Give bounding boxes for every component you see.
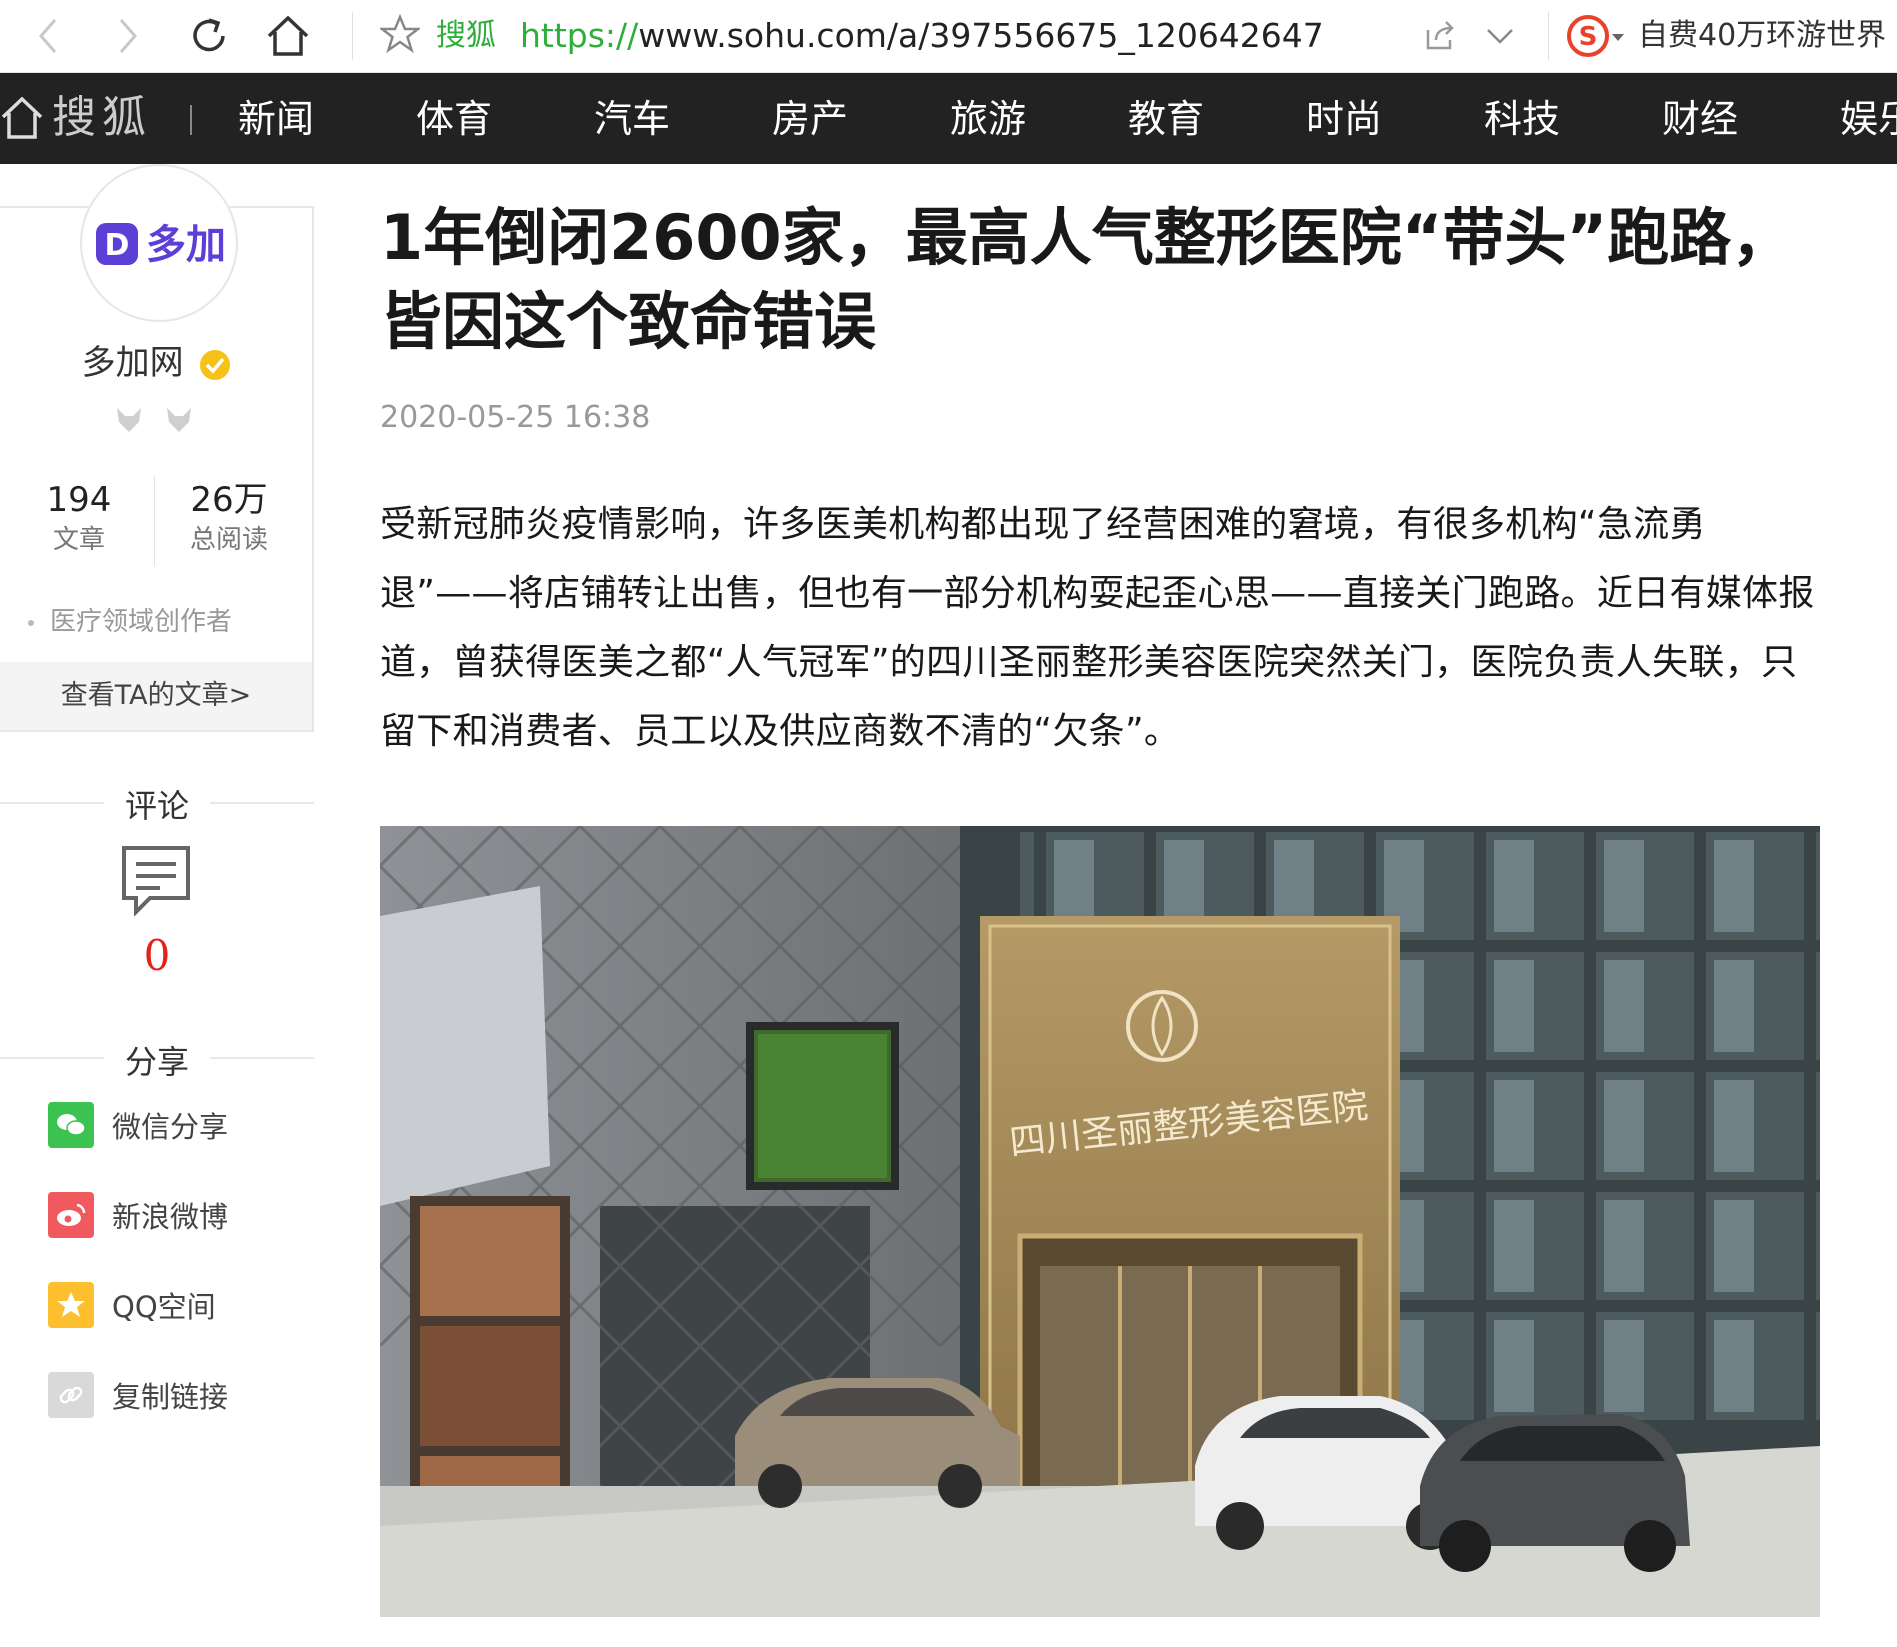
hospital-facade-image: 四川圣丽整形美容医院 [380,826,1820,1617]
chevron-down-icon[interactable] [1482,18,1518,54]
sohu-logo[interactable]: 搜狐 [52,91,152,145]
share-weibo-label: 新浪微博 [112,1200,229,1234]
home-button[interactable] [262,10,314,62]
forward-button[interactable] [102,10,154,62]
author-name: 多加网 [81,343,184,383]
reads-count: 26万 [190,480,268,520]
qzone-icon [48,1282,94,1328]
copy-link-button[interactable]: 复制链接 [48,1372,228,1418]
link-icon [48,1372,94,1418]
site-nav-bar: 搜狐 新闻 体育 汽车 房产 旅游 教育 时尚 科技 财经 娱乐 [0,73,1897,164]
reload-icon [193,18,225,52]
author-level-badges [0,402,314,440]
articles-count: 194 [46,480,112,520]
verified-badge-icon [200,349,231,380]
author-field-label: 医疗领域创作者 [50,607,233,637]
nav-divider [190,105,192,135]
share-qzone-button[interactable]: QQ空间 [48,1282,216,1328]
url-protocol: https:// [520,16,639,55]
bullet-dot [28,619,34,626]
avatar-logo-text: 多加 [146,222,226,268]
article-title: 1年倒闭2600家，最高人气整形医院“带头”跑路，皆因这个致命错误 [380,201,1794,358]
author-field: 医疗领域创作者 [28,604,232,640]
fox-badge-icon [117,408,191,432]
comment-icon[interactable] [120,844,192,916]
duojia-logo-icon: D 多加 [96,222,226,268]
address-bar-url[interactable]: https://www.sohu.com/a/397556675_1206426… [520,14,1324,58]
sogou-search-icon[interactable]: S [1566,14,1628,58]
nav-item-auto[interactable]: 汽车 [594,95,670,143]
author-avatar[interactable]: D 多加 [80,164,238,322]
author-name-row[interactable]: 多加网 [0,340,314,386]
nav-item-fashion[interactable]: 时尚 [1306,95,1382,143]
comment-count[interactable]: 0 [0,930,314,982]
home-icon [267,15,309,56]
articles-label: 文章 [52,525,105,555]
url-path: www.sohu.com/a/397556675_120642647 [638,16,1324,55]
browser-toolbar: 搜狐 https://www.sohu.com/a/397556675_1206… [0,0,1897,73]
forward-arrow-icon [119,19,137,53]
nav-item-entertainment[interactable]: 娱乐 [1840,95,1897,143]
nav-item-finance[interactable]: 财经 [1662,95,1738,143]
nav-item-education[interactable]: 教育 [1128,95,1204,143]
svg-text:S: S [1579,22,1598,52]
share-qzone-label: QQ空间 [112,1290,216,1324]
nav-item-sports[interactable]: 体育 [416,95,492,143]
bookmark-star-icon[interactable] [380,14,420,54]
back-arrow-icon [39,19,57,53]
article-timestamp: 2020-05-25 16:38 [380,400,651,435]
reads-label: 总阅读 [189,525,268,555]
view-author-articles-button[interactable]: 查看TA的文章> [0,662,312,730]
share-page-icon[interactable] [1422,18,1458,54]
back-button[interactable] [22,10,74,62]
nav-item-realestate[interactable]: 房产 [772,95,848,143]
site-name-label: 搜狐 [436,18,496,53]
share-wechat-button[interactable]: 微信分享 [48,1102,228,1148]
reload-button[interactable] [183,10,235,62]
article-lead-paragraph: 受新冠肺炎疫情影响，许多医美机构都出现了经营困难的窘境，有很多机构“急流勇退”—… [380,504,1815,752]
comments-title: 评论 [124,787,189,825]
share-wechat-label: 微信分享 [112,1110,229,1144]
stat-reads: 26万 总阅读 [154,478,304,558]
nav-item-travel[interactable]: 旅游 [950,95,1026,143]
copy-link-label: 复制链接 [112,1380,229,1414]
share-weibo-button[interactable]: 新浪微博 [48,1192,228,1238]
toolbar-divider [352,12,353,60]
nav-item-tech[interactable]: 科技 [1484,95,1560,143]
nav-item-news[interactable]: 新闻 [238,95,314,143]
svg-text:D: D [105,228,130,263]
share-title: 分享 [124,1043,189,1081]
article-photo[interactable]: 四川圣丽整形美容医院 [380,826,1820,1617]
search-suggestion[interactable]: 自费40万环游世界 [1638,14,1886,58]
nav-home-icon[interactable] [0,95,44,141]
stat-articles: 194 文章 [4,478,154,558]
weibo-icon [48,1192,94,1238]
wechat-icon [48,1102,94,1148]
toolbar-divider [1548,12,1549,60]
